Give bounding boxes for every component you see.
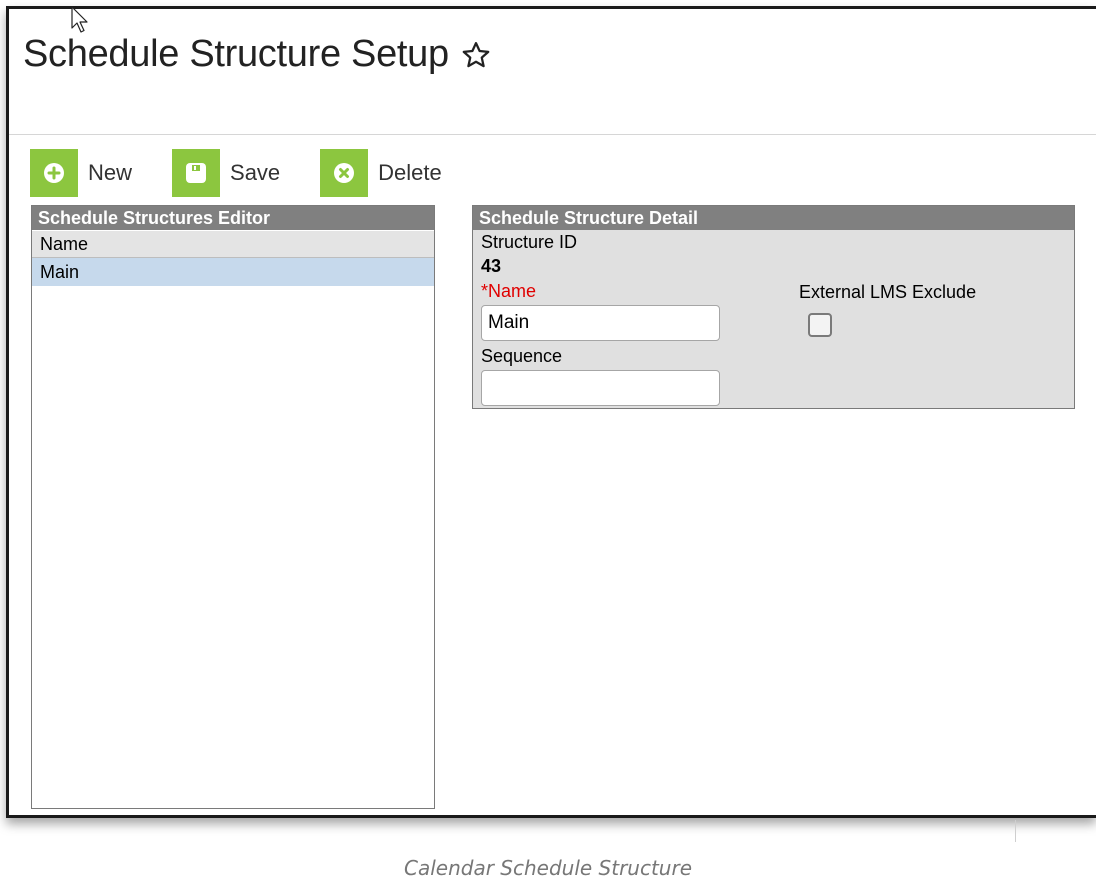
name-label: *Name: [481, 281, 536, 302]
external-lms-exclude-label: External LMS Exclude: [799, 282, 977, 302]
external-lms-exclude-checkbox[interactable]: [808, 313, 832, 337]
structure-id-value: 43: [481, 256, 502, 276]
scroll-divider: [1015, 820, 1016, 842]
name-label-text: Name: [488, 281, 537, 301]
delete-button-label: Delete: [378, 160, 442, 185]
new-button-label: New: [88, 160, 133, 185]
favorite-star-icon[interactable]: [461, 40, 491, 70]
page-title: Schedule Structure Setup: [23, 33, 491, 76]
delete-button[interactable]: Delete: [320, 149, 442, 197]
save-button[interactable]: Save: [172, 149, 280, 197]
save-button-label: Save: [230, 160, 281, 185]
toolbar: New Save Delete: [30, 149, 482, 197]
figure-caption: Calendar Schedule Structure: [403, 856, 693, 880]
sequence-label: Sequence: [481, 346, 563, 366]
name-column-header[interactable]: Name: [32, 230, 434, 258]
schedule-structure-detail: Schedule Structure Detail Structure ID 4…: [472, 205, 1075, 409]
name-field[interactable]: [481, 305, 720, 341]
mouse-cursor-icon: [71, 6, 88, 33]
header-divider: [9, 134, 1096, 135]
required-marker: *: [481, 281, 489, 301]
structure-id-label: Structure ID: [481, 232, 578, 252]
schedule-structures-editor: Schedule Structures Editor Name Main: [31, 205, 435, 809]
table-row[interactable]: Main: [32, 258, 434, 286]
sequence-field[interactable]: [481, 370, 720, 406]
detail-body: Structure ID 43 *Name Sequence External …: [473, 230, 1074, 408]
page-title-text: Schedule Structure Setup: [23, 33, 449, 75]
add-icon: [30, 149, 78, 197]
editor-header: Schedule Structures Editor: [32, 206, 434, 230]
detail-header: Schedule Structure Detail: [473, 206, 1074, 230]
app-window: Schedule Structure Setup New Save Delete…: [6, 6, 1096, 818]
save-icon: [172, 149, 221, 197]
delete-icon: [320, 149, 369, 197]
new-button[interactable]: New: [30, 149, 132, 197]
